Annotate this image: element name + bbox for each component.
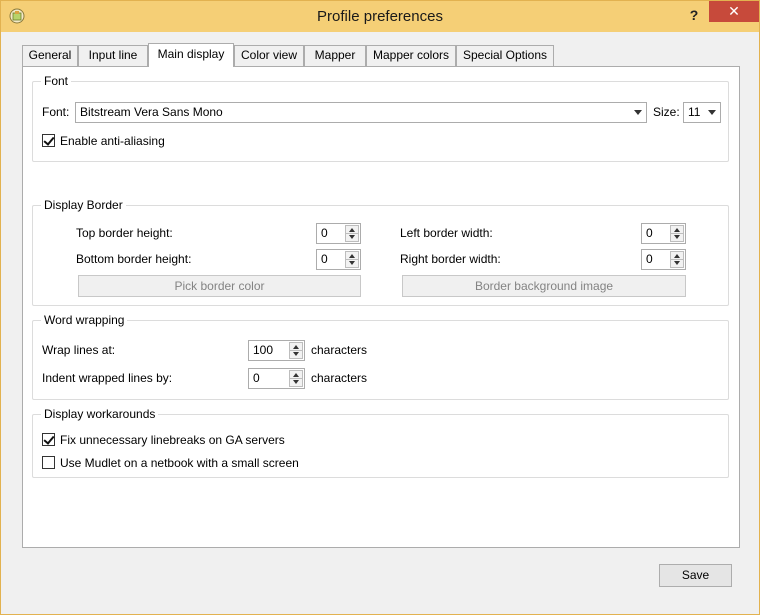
font-group: Font Font: Bitstream Vera Sans Mono Size…	[32, 74, 729, 162]
size-label: Size:	[653, 105, 680, 119]
spin-buttons[interactable]	[345, 251, 359, 268]
display-workarounds-group: Display workarounds Fix unnecessary line…	[32, 407, 729, 478]
spin-up-icon[interactable]	[293, 345, 299, 349]
title-bar[interactable]: Profile preferences ? ✕	[1, 1, 759, 32]
tab-mapper-colors[interactable]: Mapper colors	[366, 45, 456, 66]
spin-buttons[interactable]	[289, 342, 303, 359]
display-border-group: Display Border Top border height: 0 Left…	[32, 198, 729, 306]
left-border-spinbox[interactable]: 0	[641, 223, 686, 244]
spin-buttons[interactable]	[670, 225, 684, 242]
spin-up-icon[interactable]	[674, 254, 680, 258]
save-button[interactable]: Save	[659, 564, 732, 587]
main-display-panel: Font Font: Bitstream Vera Sans Mono Size…	[22, 66, 740, 548]
right-border-label: Right border width:	[400, 252, 501, 266]
dialog-client-area: General Input line Main display Color vi…	[1, 32, 759, 614]
profile-preferences-window: Profile preferences ? ✕ General Input li…	[0, 0, 760, 615]
font-combobox-value: Bitstream Vera Sans Mono	[80, 105, 223, 119]
size-combobox-value: 11	[688, 105, 701, 119]
spin-down-icon[interactable]	[349, 235, 355, 239]
right-border-spinbox[interactable]: 0	[641, 249, 686, 270]
bottom-border-label: Bottom border height:	[76, 252, 192, 266]
tab-color-view[interactable]: Color view	[234, 45, 304, 66]
tab-general[interactable]: General	[22, 45, 78, 66]
wrap-lines-unit: characters	[311, 343, 368, 357]
spin-up-icon[interactable]	[674, 228, 680, 232]
spin-buttons[interactable]	[289, 370, 303, 387]
antialias-label[interactable]: Enable anti-aliasing	[60, 134, 165, 148]
spin-buttons[interactable]	[345, 225, 359, 242]
spin-down-icon[interactable]	[293, 352, 299, 356]
help-button[interactable]: ?	[683, 5, 705, 25]
right-border-value: 0	[646, 252, 653, 266]
fix-linebreaks-label[interactable]: Fix unnecessary linebreaks on GA servers	[60, 433, 285, 447]
indent-wrapped-label: Indent wrapped lines by:	[42, 371, 173, 385]
top-border-label: Top border height:	[76, 226, 173, 240]
wrap-lines-value: 100	[253, 343, 274, 357]
top-border-value: 0	[321, 226, 328, 240]
word-wrapping-group: Word wrapping Wrap lines at: 100 charact…	[32, 313, 729, 400]
size-combobox[interactable]: 11	[683, 102, 721, 123]
close-button[interactable]: ✕	[709, 1, 759, 22]
top-border-spinbox[interactable]: 0	[316, 223, 361, 244]
chevron-down-icon	[708, 110, 716, 115]
left-border-value: 0	[646, 226, 653, 240]
spin-up-icon[interactable]	[293, 373, 299, 377]
bottom-border-spinbox[interactable]: 0	[316, 249, 361, 270]
pick-border-color-button[interactable]: Pick border color	[78, 275, 361, 297]
antialias-checkbox[interactable]	[42, 134, 55, 147]
wrap-lines-spinbox[interactable]: 100	[248, 340, 305, 361]
spin-down-icon[interactable]	[349, 261, 355, 265]
left-border-label: Left border width:	[400, 226, 493, 240]
spin-buttons[interactable]	[670, 251, 684, 268]
spin-up-icon[interactable]	[349, 228, 355, 232]
spin-up-icon[interactable]	[349, 254, 355, 258]
border-background-image-button[interactable]: Border background image	[402, 275, 686, 297]
tab-special-options[interactable]: Special Options	[456, 45, 554, 66]
netbook-checkbox[interactable]	[42, 456, 55, 469]
word-wrapping-group-title: Word wrapping	[41, 313, 128, 327]
font-label: Font:	[42, 105, 70, 119]
display-workarounds-group-title: Display workarounds	[41, 407, 159, 421]
wrap-lines-label: Wrap lines at:	[42, 343, 116, 357]
font-combobox[interactable]: Bitstream Vera Sans Mono	[75, 102, 647, 123]
tab-mapper[interactable]: Mapper	[304, 45, 366, 66]
spin-down-icon[interactable]	[674, 261, 680, 265]
indent-wrapped-spinbox[interactable]: 0	[248, 368, 305, 389]
tab-input-line[interactable]: Input line	[78, 45, 148, 66]
indent-wrapped-unit: characters	[311, 371, 368, 385]
spin-down-icon[interactable]	[293, 380, 299, 384]
font-group-title: Font	[41, 74, 72, 88]
fix-linebreaks-checkbox[interactable]	[42, 433, 55, 446]
indent-wrapped-value: 0	[253, 371, 260, 385]
chevron-down-icon	[634, 110, 642, 115]
display-border-group-title: Display Border	[41, 198, 126, 212]
tab-main-display[interactable]: Main display	[148, 43, 234, 67]
spin-down-icon[interactable]	[674, 235, 680, 239]
window-title: Profile preferences	[317, 8, 443, 25]
bottom-border-value: 0	[321, 252, 328, 266]
netbook-label[interactable]: Use Mudlet on a netbook with a small scr…	[60, 456, 299, 470]
